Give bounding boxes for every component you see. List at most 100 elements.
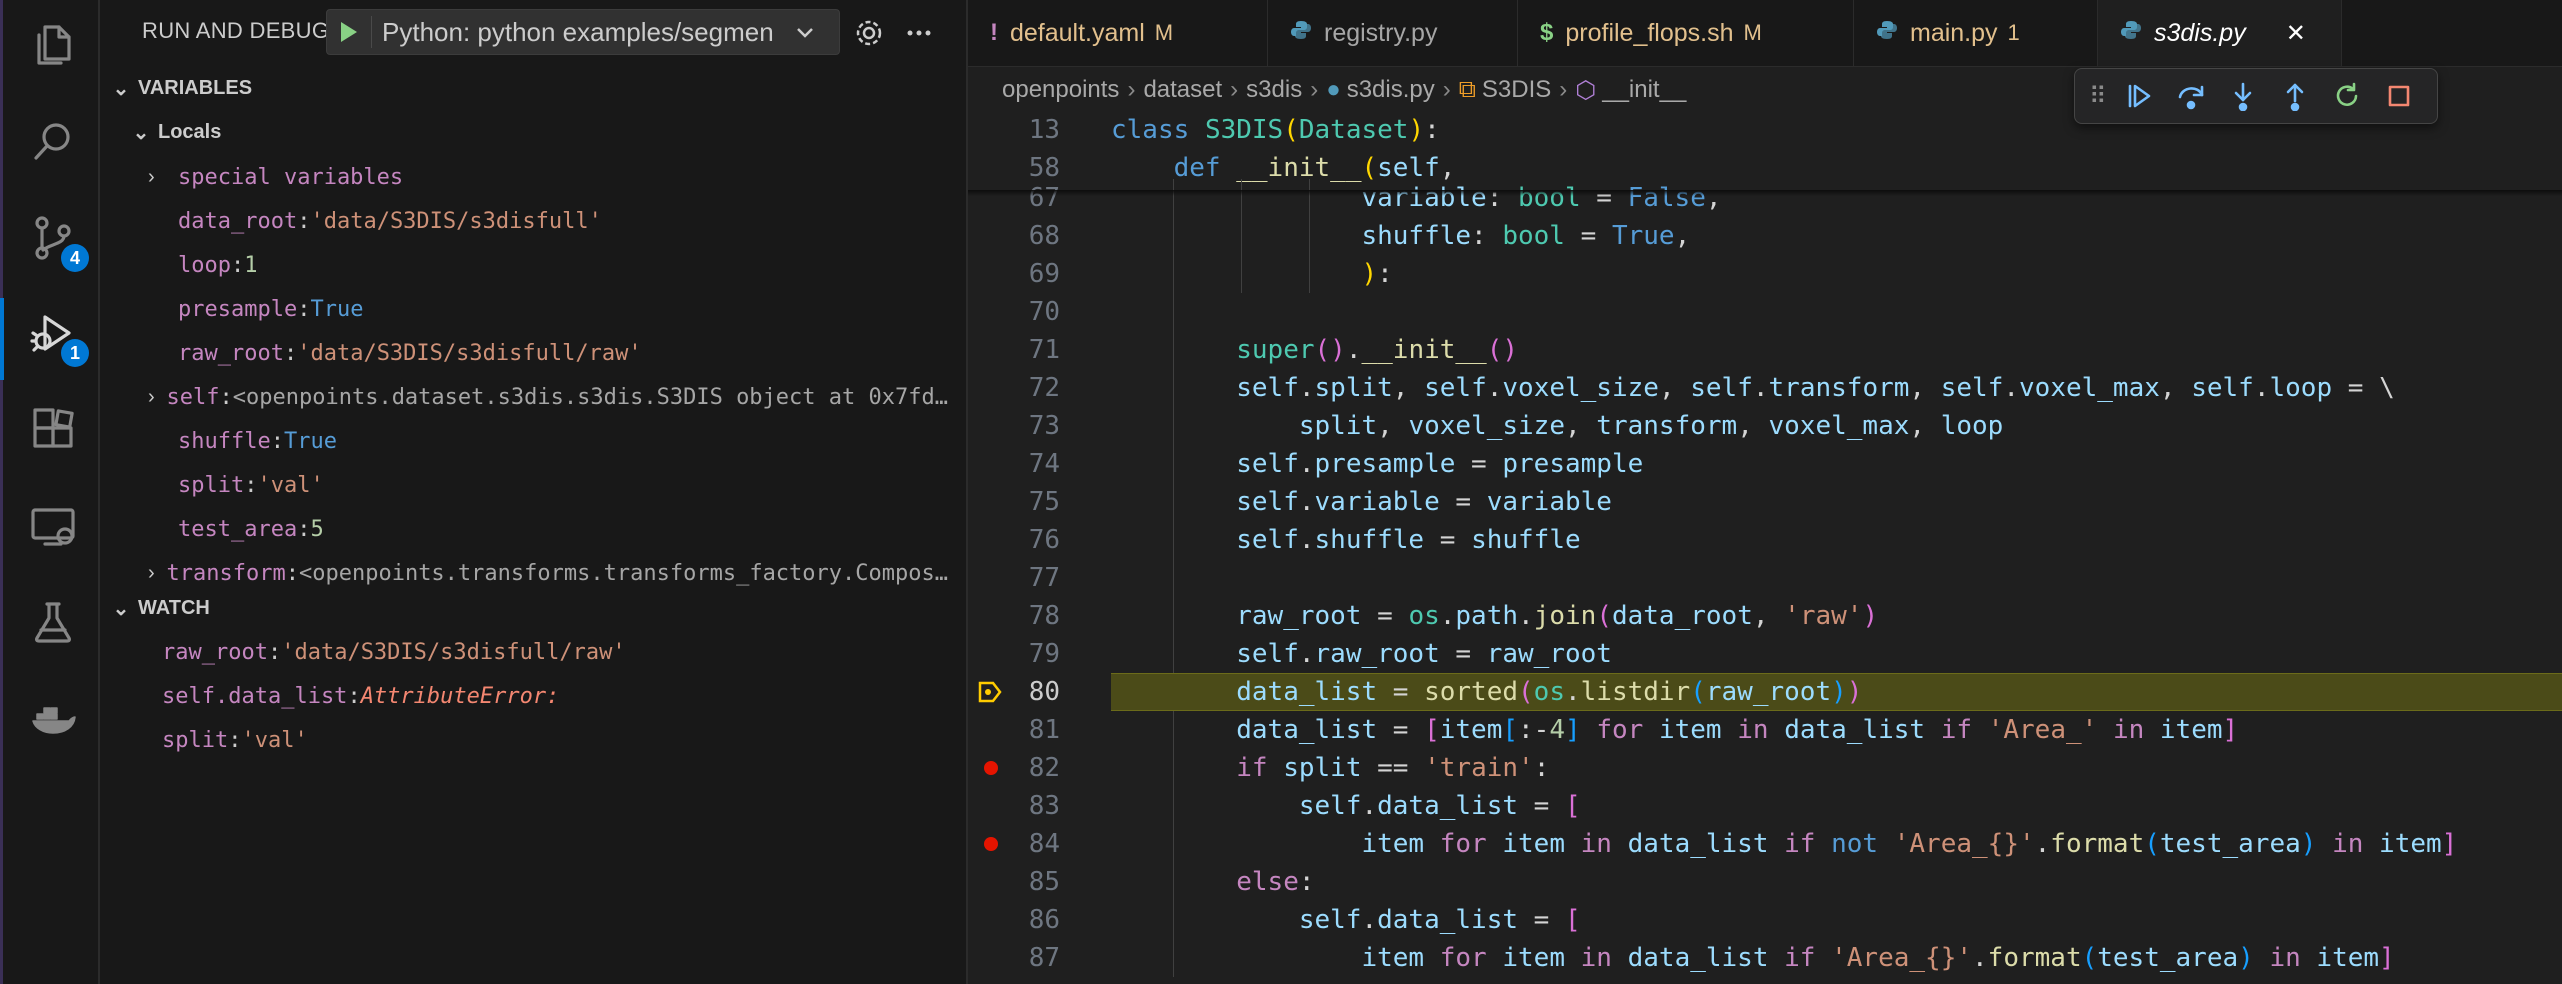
line-number[interactable]: 77 bbox=[968, 563, 1060, 593]
variable-value: 5 bbox=[310, 516, 324, 542]
step-over-icon[interactable] bbox=[2165, 76, 2217, 116]
line-number[interactable]: 74 bbox=[968, 449, 1060, 479]
tab-default-yaml[interactable]: ! default.yaml M bbox=[968, 0, 1268, 66]
tab-main-py[interactable]: main.py 1 bbox=[1854, 0, 2098, 66]
watch-expression-row[interactable]: split: 'val' bbox=[162, 720, 942, 760]
docker-icon[interactable] bbox=[25, 690, 81, 746]
gear-icon[interactable] bbox=[854, 18, 884, 48]
breadcrumb-item[interactable]: openpoints bbox=[1002, 76, 1119, 104]
line-number[interactable]: 83 bbox=[968, 791, 1060, 821]
variable-value: True bbox=[310, 296, 364, 322]
code-line: 86 self.data_list = [ bbox=[968, 901, 2562, 939]
restart-icon[interactable] bbox=[2321, 76, 2373, 116]
variable-row[interactable]: shuffle: True bbox=[148, 421, 948, 461]
tab-status: M bbox=[1743, 20, 1762, 45]
extensions-icon[interactable] bbox=[25, 402, 81, 458]
breadcrumb-item[interactable]: __init__ bbox=[1602, 76, 1686, 104]
tab-profile-flops-sh[interactable]: $ profile_flops.sh M bbox=[1518, 0, 1854, 66]
chevron-right-icon[interactable]: › bbox=[148, 166, 178, 189]
variable-row[interactable]: › special variables bbox=[148, 157, 948, 197]
line-number[interactable]: 82 bbox=[968, 753, 1060, 783]
variable-name: presample bbox=[178, 296, 298, 322]
launch-config-select[interactable]: Python: python examples/segmen bbox=[326, 9, 840, 55]
remote-explorer-icon[interactable] bbox=[25, 498, 81, 554]
line-number[interactable]: 78 bbox=[968, 601, 1060, 631]
line-number[interactable]: 13 bbox=[968, 115, 1060, 145]
line-number[interactable]: 67 bbox=[968, 183, 1060, 213]
variable-value: 'val' bbox=[257, 472, 324, 498]
continue-icon[interactable] bbox=[2113, 76, 2165, 116]
variable-value: <openpoints.transforms.transforms_factor… bbox=[298, 560, 948, 586]
line-number[interactable]: 79 bbox=[968, 639, 1060, 669]
breadcrumb-item[interactable]: s3dis bbox=[1246, 76, 1302, 104]
run-debug-sidebar: RUN AND DEBUG Python: python examples/se… bbox=[100, 0, 968, 984]
variable-row[interactable]: test_area: 5 bbox=[148, 509, 948, 549]
line-number[interactable]: 85 bbox=[968, 867, 1060, 897]
drag-handle-icon[interactable]: ⠿ bbox=[2089, 82, 2107, 111]
variable-row[interactable]: raw_root: 'data/S3DIS/s3disfull/raw' bbox=[148, 333, 948, 373]
stop-icon[interactable] bbox=[2373, 76, 2425, 116]
source-control-icon[interactable]: 4 bbox=[25, 210, 89, 272]
code-text: variable: bool = False, bbox=[1361, 183, 1722, 213]
run-debug-icon[interactable]: 1 bbox=[25, 305, 89, 367]
watch-expression-row[interactable]: self.data_list: AttributeError: bbox=[162, 676, 942, 716]
shell-file-icon: $ bbox=[1540, 19, 1554, 46]
line-number[interactable]: 80 bbox=[968, 677, 1060, 707]
start-debugging-icon[interactable] bbox=[341, 22, 357, 42]
variable-row[interactable]: › self: <openpoints.dataset.s3dis.s3dis.S… bbox=[148, 377, 948, 417]
code-line: 71 super().__init__() bbox=[968, 331, 2562, 369]
locals-scope-header[interactable]: ⌄ Locals bbox=[128, 114, 222, 150]
code-text: if split == 'train': bbox=[1236, 753, 1550, 783]
breadcrumb-item[interactable]: dataset bbox=[1143, 76, 1222, 104]
more-actions-icon[interactable] bbox=[904, 18, 934, 48]
step-out-icon[interactable] bbox=[2269, 76, 2321, 116]
variables-section-header[interactable]: ⌄ VARIABLES bbox=[108, 70, 252, 106]
line-number[interactable]: 73 bbox=[968, 411, 1060, 441]
close-icon[interactable]: ✕ bbox=[2286, 19, 2306, 48]
tab-label: s3dis.py bbox=[2154, 18, 2246, 47]
code-line: 72 self.split, self.voxel_size, self.tra… bbox=[968, 369, 2562, 407]
files-icon[interactable] bbox=[25, 17, 81, 73]
line-number[interactable]: 84 bbox=[968, 829, 1060, 859]
testing-icon[interactable] bbox=[25, 594, 81, 650]
code-text: shuffle: bool = True, bbox=[1361, 221, 1691, 251]
method-icon: ⬡ bbox=[1575, 76, 1597, 104]
line-number[interactable]: 72 bbox=[968, 373, 1060, 403]
breadcrumb-item[interactable]: S3DIS bbox=[1482, 76, 1551, 104]
line-number[interactable]: 81 bbox=[968, 715, 1060, 745]
variable-row[interactable]: › transform: <openpoints.transforms.trans… bbox=[148, 553, 948, 593]
line-number[interactable]: 75 bbox=[968, 487, 1060, 517]
watch-section-header[interactable]: ⌄ WATCH bbox=[108, 590, 210, 626]
line-number[interactable]: 86 bbox=[968, 905, 1060, 935]
line-number[interactable]: 69 bbox=[968, 259, 1060, 289]
variable-row[interactable]: presample: True bbox=[148, 289, 948, 329]
class-icon: ⧉ bbox=[1458, 76, 1476, 103]
chevron-right-icon[interactable]: › bbox=[148, 386, 167, 409]
line-number[interactable]: 68 bbox=[968, 221, 1060, 251]
variable-row[interactable]: data_root: 'data/S3DIS/s3disfull' bbox=[148, 201, 948, 241]
tab-status: 1 bbox=[2007, 20, 2020, 45]
code-text: self.split, self.voxel_size, self.transf… bbox=[1236, 373, 2395, 403]
chevron-right-icon[interactable]: › bbox=[148, 562, 167, 585]
line-number[interactable]: 87 bbox=[968, 943, 1060, 973]
code-text: self.raw_root = raw_root bbox=[1236, 639, 1612, 669]
code-line: 70 bbox=[968, 293, 2562, 331]
tab-s3dis-py[interactable]: s3dis.py ✕ bbox=[2098, 0, 2342, 66]
watch-expression-row[interactable]: raw_root: 'data/S3DIS/s3disfull/raw' bbox=[162, 632, 942, 672]
variable-row[interactable]: loop: 1 bbox=[148, 245, 948, 285]
search-icon[interactable] bbox=[25, 113, 81, 169]
code-text: item for item in data_list if 'Area_{}'.… bbox=[1361, 943, 2395, 973]
code-text: self.shuffle = shuffle bbox=[1236, 525, 1581, 555]
code-line: 79 self.raw_root = raw_root bbox=[968, 635, 2562, 673]
line-number[interactable]: 76 bbox=[968, 525, 1060, 555]
chevron-down-icon: ⌄ bbox=[112, 77, 130, 100]
variable-row[interactable]: split: 'val' bbox=[148, 465, 948, 505]
step-into-icon[interactable] bbox=[2217, 76, 2269, 116]
line-number[interactable]: 70 bbox=[968, 297, 1060, 327]
code-line: 83 self.data_list = [ bbox=[968, 787, 2562, 825]
tab-registry-py[interactable]: registry.py bbox=[1268, 0, 1518, 66]
breadcrumb-item[interactable]: s3dis.py bbox=[1347, 76, 1435, 104]
tab-label: default.yaml bbox=[1010, 18, 1145, 47]
line-number[interactable]: 71 bbox=[968, 335, 1060, 365]
code-text: self.data_list = [ bbox=[1298, 791, 1581, 821]
